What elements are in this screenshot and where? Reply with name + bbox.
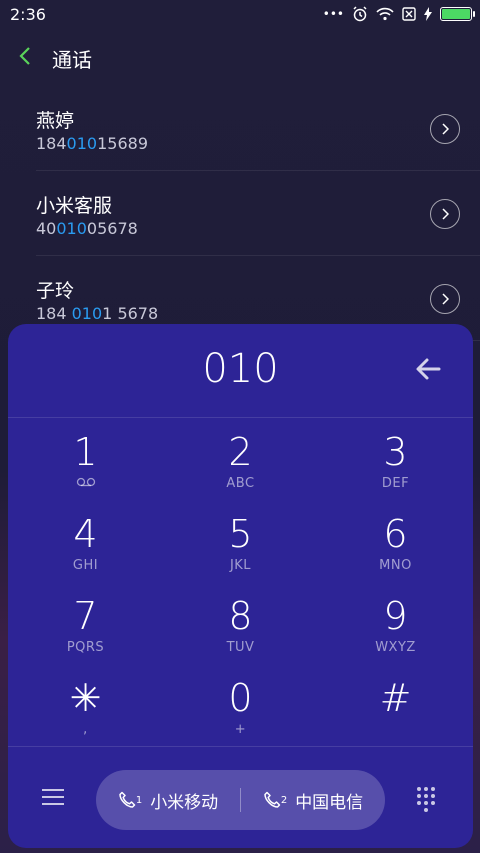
sim2-label: 中国电信: [295, 792, 364, 813]
hide-keypad-icon[interactable]: [415, 787, 437, 812]
key-9[interactable]: 9 WXYZ: [318, 588, 473, 670]
phone-icon: [119, 791, 136, 808]
call-buttons: 1 小米移动 2 中国电信: [96, 770, 385, 830]
back-icon[interactable]: [18, 44, 52, 72]
page-title: 通话: [52, 47, 92, 72]
sim-disabled-icon: [402, 7, 416, 21]
status-time: 2:36: [10, 4, 46, 24]
battery-icon: [440, 7, 475, 21]
contact-row[interactable]: 燕婷 18401015689: [0, 86, 480, 171]
backspace-icon[interactable]: [413, 354, 443, 384]
status-bar: 2:36 •••: [0, 0, 480, 28]
wifi-icon: [376, 7, 394, 21]
key-2[interactable]: 2 ABC: [163, 424, 318, 506]
key-4[interactable]: 4 GHI: [8, 506, 163, 588]
contact-number: 18401015689: [36, 134, 148, 153]
key-5[interactable]: 5 JKL: [163, 506, 318, 588]
menu-icon[interactable]: [42, 789, 64, 807]
contact-row[interactable]: 小米客服 4001005678: [0, 171, 480, 256]
key-1[interactable]: 1: [8, 424, 163, 506]
key-star[interactable]: ✳,: [8, 670, 163, 752]
contact-name: 小米客服: [36, 195, 113, 217]
voicemail-icon: [76, 476, 96, 492]
app-header: 通话: [0, 36, 480, 80]
key-6[interactable]: 6 MNO: [318, 506, 473, 588]
dialpad-panel: 010 1 2 ABC 3 DEF 4 GHI 5 JKL 6 MNO 7 PQRS 8 TU…: [8, 324, 473, 848]
key-hash[interactable]: #: [318, 670, 473, 752]
sim2-index: 2: [280, 794, 288, 806]
contact-detail-chevron-icon[interactable]: [430, 199, 460, 229]
dialpad-actions: 1 小米移动 2 中国电信: [8, 746, 473, 848]
alarm-icon: [353, 6, 367, 22]
dialed-number: 010: [202, 346, 279, 392]
sim1-label: 小米移动: [150, 792, 219, 813]
contact-name: 燕婷: [36, 110, 75, 132]
contact-number: 4001005678: [36, 219, 138, 238]
contact-detail-chevron-icon[interactable]: [430, 284, 460, 314]
key-7[interactable]: 7 PQRS: [8, 588, 163, 670]
more-notifications-icon: •••: [322, 7, 344, 21]
sim1-index: 1: [135, 794, 143, 806]
contact-search-results: 燕婷 18401015689 小米客服 4001005678 子玲 184 01…: [0, 86, 480, 341]
charging-icon: [424, 7, 432, 21]
dial-display: 010: [8, 324, 473, 418]
call-sim2-button[interactable]: 2 中国电信: [241, 788, 385, 813]
contact-detail-chevron-icon[interactable]: [430, 114, 460, 144]
key-8[interactable]: 8 TUV: [163, 588, 318, 670]
phone-icon: [264, 791, 281, 808]
key-0[interactable]: 0 +: [163, 670, 318, 752]
key-3[interactable]: 3 DEF: [318, 424, 473, 506]
keypad: 1 2 ABC 3 DEF 4 GHI 5 JKL 6 MNO 7 PQRS 8 TUV 9W…: [8, 424, 473, 752]
status-icons: •••: [322, 6, 475, 22]
contact-name: 子玲: [36, 280, 75, 302]
contact-number: 184 0101 5678: [36, 304, 159, 323]
call-sim1-button[interactable]: 1 小米移动: [96, 788, 240, 813]
